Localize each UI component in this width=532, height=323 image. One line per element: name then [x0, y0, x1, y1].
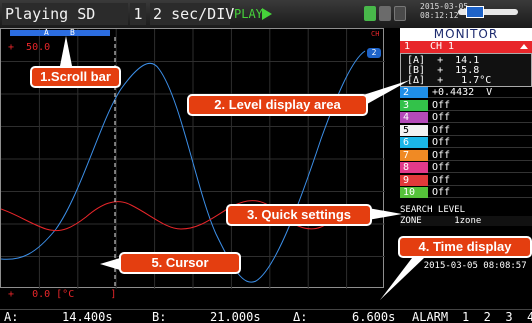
callout-quick-settings: 3. Quick settings	[226, 204, 372, 226]
leader-time	[380, 258, 424, 300]
callout-time-display: 4. Time display	[398, 236, 532, 258]
callout-level-display: 2. Level display area	[187, 94, 368, 116]
callout-leaders	[60, 36, 424, 300]
leader-quick	[368, 208, 402, 220]
leader-cursor	[100, 258, 120, 270]
leader-scroll	[60, 36, 72, 66]
callout-scroll-bar: 1.Scroll bar	[30, 66, 121, 88]
callout-cursor: 5. Cursor	[119, 252, 241, 274]
